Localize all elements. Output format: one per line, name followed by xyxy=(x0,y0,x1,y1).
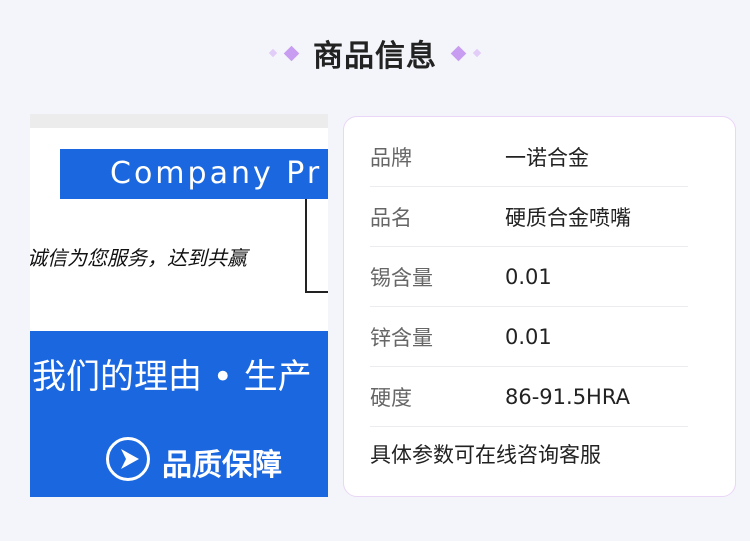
diamond-icon xyxy=(472,48,482,58)
spec-row: 锌含量 0.01 xyxy=(370,307,688,367)
connector-line xyxy=(305,199,307,293)
connector-line xyxy=(305,291,328,293)
spec-row: 品牌 一诺合金 xyxy=(370,127,688,187)
spec-label: 品牌 xyxy=(370,146,412,170)
spec-value: 0.01 xyxy=(505,265,552,289)
spec-value: 86-91.5HRA xyxy=(505,385,630,409)
spec-value: 0.01 xyxy=(505,325,552,349)
product-spec-card: 品牌 一诺合金 品名 硬质合金喷嘴 锡含量 0.01 锌含量 0.01 硬度 8… xyxy=(343,116,736,497)
right-decoration xyxy=(450,45,482,61)
section-header: 商品信息 xyxy=(0,30,750,76)
spec-label: 硬度 xyxy=(370,386,412,410)
play-arrow-icon xyxy=(106,437,150,481)
spec-value: 硬质合金喷嘴 xyxy=(505,206,631,230)
product-banner-image: Company Pr 诚信为您服务，达到共赢 我们的理由 • 生产 品质保障 xyxy=(30,114,328,497)
spec-row: 品名 硬质合金喷嘴 xyxy=(370,187,688,247)
spec-value: 一诺合金 xyxy=(505,146,589,170)
section-title: 商品信息 xyxy=(313,39,437,74)
image-top-strip xyxy=(30,114,328,128)
reason-heading: 我们的理由 • 生产 xyxy=(32,357,312,397)
reasons-block: 我们的理由 • 生产 品质保障 xyxy=(30,331,328,497)
diamond-icon xyxy=(450,45,467,61)
company-profile-bar: Company Pr xyxy=(60,149,328,199)
diamond-icon xyxy=(268,48,278,58)
quality-label: 品质保障 xyxy=(162,448,282,483)
spec-label: 品名 xyxy=(370,206,412,230)
row-divider xyxy=(370,426,688,427)
left-decoration xyxy=(268,45,300,61)
consult-note: 具体参数可在线咨询客服 xyxy=(370,443,601,467)
spec-label: 锡含量 xyxy=(370,266,433,290)
slogan-text: 诚信为您服务，达到共赢 xyxy=(30,246,247,270)
spec-label: 锌含量 xyxy=(370,326,433,350)
diamond-icon xyxy=(283,45,300,61)
spec-row: 锡含量 0.01 xyxy=(370,247,688,307)
spec-row: 硬度 86-91.5HRA xyxy=(370,367,688,427)
